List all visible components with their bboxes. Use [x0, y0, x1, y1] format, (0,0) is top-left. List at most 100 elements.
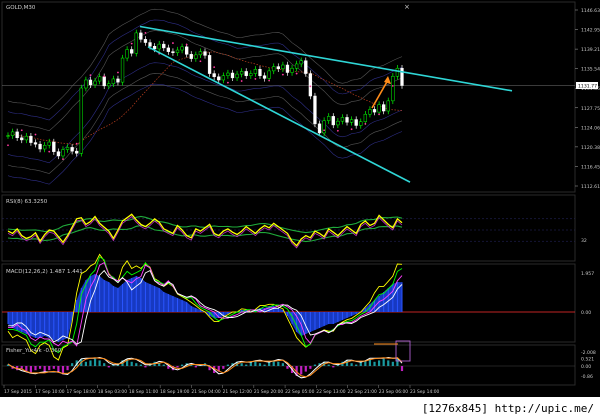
time-tick-label: 17 Sep 18:00: [66, 389, 96, 395]
candle-body: [217, 76, 221, 81]
price-tick-label: 1139.21: [581, 47, 600, 53]
fisher-bar: [84, 361, 87, 366]
candle-body: [345, 117, 349, 123]
time-tick-label: 21 Sep 12:00: [223, 389, 253, 395]
candle-body: [116, 78, 120, 83]
candle-body: [189, 54, 193, 59]
candle-body: [111, 78, 116, 84]
fisher-bar: [144, 366, 147, 368]
fisher-bar: [162, 364, 165, 366]
fisher-bar: [139, 364, 142, 366]
time-tick-label: 18 Sep 19:00: [160, 389, 190, 395]
psar-dot: [172, 42, 174, 44]
price-tick-label: 1112.61: [581, 184, 600, 190]
candle-body: [267, 70, 271, 79]
time-tick-label: 18 Sep 11:00: [129, 389, 159, 395]
candle-body: [15, 131, 19, 139]
macd-tick-label: 1.957: [581, 271, 594, 277]
psar-dot: [185, 43, 188, 46]
candle-body: [97, 76, 102, 82]
candle-body: [120, 57, 125, 83]
candle-body: [102, 76, 106, 87]
time-tick-label: 21 Sep 04:00: [191, 389, 221, 395]
candle-body: [276, 66, 280, 70]
candle-body: [235, 73, 239, 79]
fisher-tick-label: -0.86: [581, 374, 593, 380]
candle-body: [20, 137, 24, 141]
fisher-bar: [313, 364, 317, 366]
candle-body: [93, 80, 97, 86]
macd-panel-title: MACD(12,26,2) 1.487 1.441: [6, 269, 83, 275]
psar-dot: [240, 80, 243, 82]
time-tick-label: 21 Sep 20:00: [254, 389, 284, 395]
psar-dot: [75, 142, 78, 145]
psar-dot: [7, 144, 9, 147]
candle-body: [340, 117, 345, 122]
candle-body: [212, 73, 216, 78]
candle-body: [130, 49, 134, 54]
candle-body: [244, 71, 248, 76]
time-tick-label: 22 Sep 05:00: [285, 389, 315, 395]
candle-body: [253, 69, 258, 74]
candle-body: [207, 55, 212, 74]
psar-dot: [378, 113, 380, 116]
candle-body: [24, 135, 28, 141]
fisher-panel-title: Fisher_Yur4ik -0.360: [6, 348, 62, 354]
psar-dot: [34, 133, 37, 136]
rsi-tick-label: 32: [581, 238, 587, 244]
time-tick-label: 23 Sep 06:00: [379, 389, 409, 395]
psar-dot: [350, 128, 353, 131]
fisher-bar: [29, 366, 33, 373]
time-tick-label: 17 Sep 2015: [4, 389, 32, 395]
psar-dot: [254, 78, 257, 80]
macd-tick-label: 0.00: [581, 310, 591, 316]
fisher-bar: [107, 366, 110, 368]
fisher-bar: [350, 363, 353, 366]
price-tick-label: 1135.54: [581, 67, 600, 73]
time-tick-label: 17 Sep 10:00: [35, 389, 65, 395]
fisher-bar: [377, 360, 381, 366]
candle-body: [281, 64, 285, 70]
fisher-bar: [373, 361, 376, 366]
candle-body: [125, 49, 129, 59]
price-tick-label: 1116.45: [581, 164, 600, 170]
fisher-bar: [226, 364, 230, 366]
fisher-bar: [355, 364, 358, 366]
candle-body: [317, 123, 322, 134]
psar-dot: [144, 32, 147, 34]
candle-body: [299, 60, 303, 65]
candle-body: [171, 51, 175, 53]
candle-body: [75, 150, 79, 154]
candle-body: [226, 72, 230, 76]
psar-dot: [391, 84, 394, 87]
candle-body: [65, 147, 70, 150]
candle-body: [162, 43, 166, 49]
fisher-bar: [286, 366, 289, 369]
candle-body: [285, 64, 290, 73]
candle-body: [304, 60, 308, 74]
candle-body: [157, 43, 161, 50]
price-tick-label: 1142.95: [581, 28, 600, 34]
fisher-bar: [93, 359, 97, 366]
candle-body: [143, 39, 148, 43]
candle-body: [88, 79, 93, 86]
fisher-bar: [180, 364, 184, 366]
time-tick-label: 22 Sep 13:00: [316, 389, 346, 395]
candle-body: [377, 104, 381, 113]
candle-body: [6, 135, 10, 137]
fisher-bar: [176, 366, 179, 368]
candle-body: [61, 149, 65, 157]
candle-body: [175, 49, 180, 53]
price-tick-label: 1120.38: [581, 145, 600, 151]
candle-body: [294, 63, 299, 69]
fisher-bar: [194, 366, 197, 368]
price-tick-label: 1146.63: [581, 8, 600, 14]
fisher-tick-label: 0.00: [581, 364, 591, 370]
psar-dot: [323, 129, 326, 132]
time-tick-label: 22 Sep 21:00: [348, 389, 378, 395]
candle-body: [368, 109, 372, 115]
candle-body: [194, 54, 198, 59]
close-icon[interactable]: ×: [404, 3, 410, 11]
fisher-bar: [89, 360, 92, 366]
candle-body: [395, 67, 400, 77]
